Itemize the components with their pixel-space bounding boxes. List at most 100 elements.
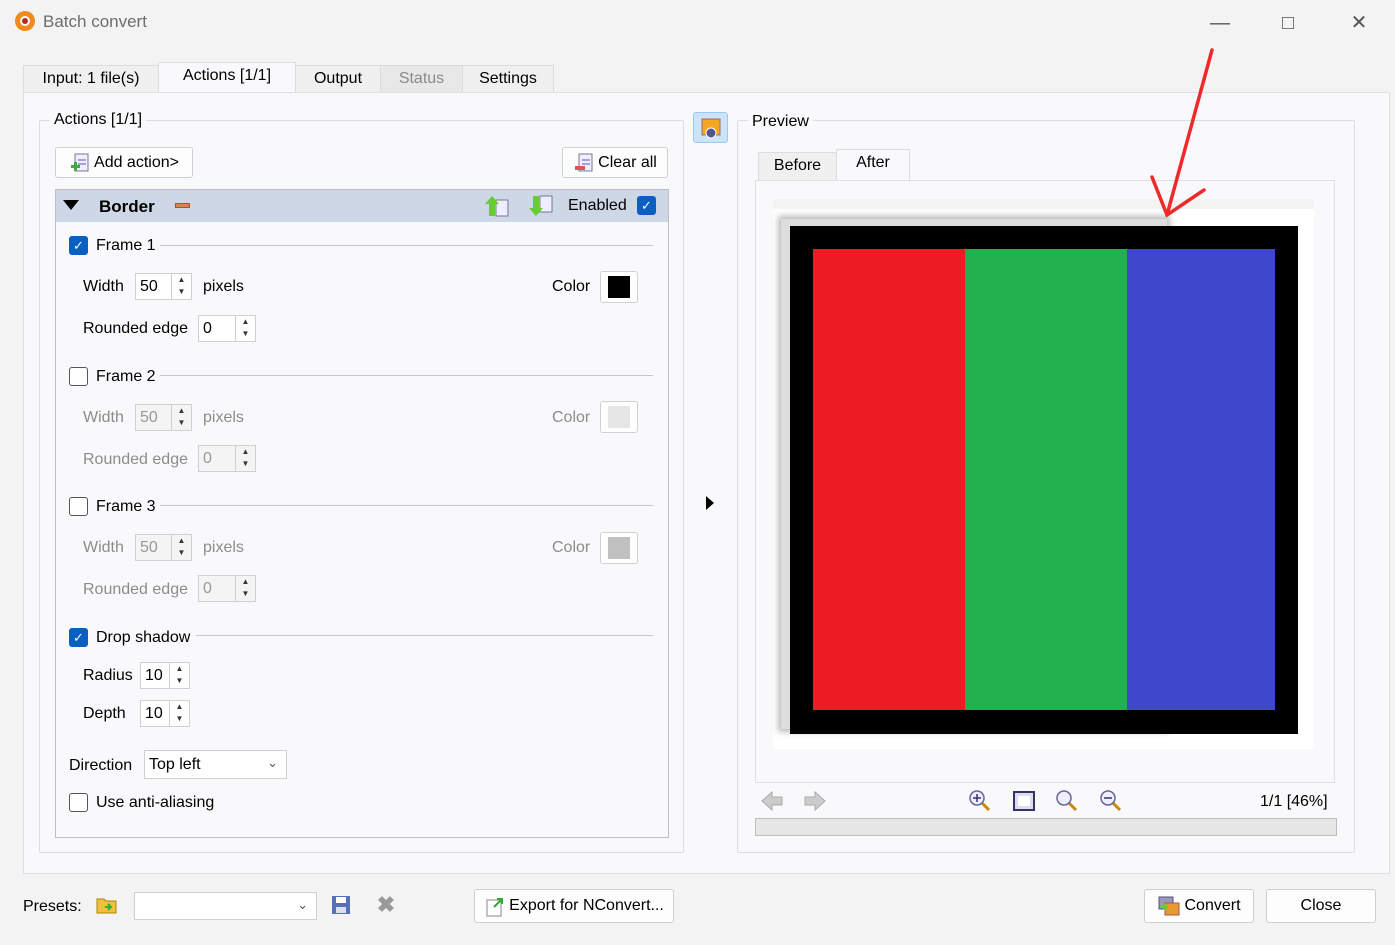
frame1-color-button[interactable] bbox=[600, 271, 638, 303]
enabled-checkbox[interactable]: ✓ bbox=[637, 196, 656, 215]
remove-action-icon[interactable] bbox=[175, 203, 190, 208]
open-folder-icon[interactable] bbox=[95, 894, 119, 916]
frame3-rounded-spinner[interactable]: 0 ▲ ▼ bbox=[198, 575, 256, 602]
frame1-pixels-label: pixels bbox=[203, 278, 244, 295]
next-arrow-icon[interactable] bbox=[803, 790, 827, 812]
spinner-arrows-icon[interactable]: ▲ ▼ bbox=[169, 663, 189, 688]
frame1-rounded-label: Rounded edge bbox=[83, 320, 188, 337]
frame3-rounded-label: Rounded edge bbox=[83, 581, 188, 598]
blue-stripe bbox=[1127, 249, 1275, 710]
drop-shadow-checkbox[interactable]: ✓ bbox=[69, 628, 88, 647]
move-down-icon[interactable] bbox=[529, 194, 555, 218]
add-action-label: Add action> bbox=[94, 153, 179, 171]
frame1-width-label: Width bbox=[83, 278, 124, 295]
action-name: Border bbox=[99, 197, 155, 216]
preview-title: Preview bbox=[748, 113, 813, 131]
add-document-icon bbox=[69, 152, 91, 174]
clear-all-button[interactable]: Clear all bbox=[562, 147, 668, 178]
delete-preset-icon[interactable]: ✖ bbox=[375, 892, 397, 917]
clear-document-icon bbox=[573, 152, 595, 174]
radius-value: 10 bbox=[145, 666, 163, 684]
move-up-icon[interactable] bbox=[485, 194, 511, 218]
spinner-arrows-icon[interactable]: ▲ ▼ bbox=[171, 405, 191, 430]
direction-label: Direction bbox=[69, 757, 133, 774]
zoom-in-icon[interactable] bbox=[968, 789, 992, 813]
presets-select[interactable]: ⌄ bbox=[134, 892, 317, 920]
spinner-arrows-icon[interactable]: ▲ ▼ bbox=[235, 446, 255, 471]
tab-input[interactable]: Input: 1 file(s) bbox=[23, 65, 159, 93]
tab-output[interactable]: Output bbox=[295, 65, 381, 93]
drop-shadow-label: Drop shadow bbox=[96, 629, 191, 646]
frame3-width-label: Width bbox=[83, 539, 124, 556]
frame3-color-label: Color bbox=[552, 539, 591, 556]
frame3-pixels-label: pixels bbox=[203, 539, 244, 556]
fit-to-window-icon[interactable] bbox=[1012, 789, 1036, 813]
spinner-arrows-icon[interactable]: ▲ ▼ bbox=[171, 274, 191, 299]
minimize-button[interactable]: — bbox=[1205, 8, 1235, 38]
actions-group-title: Actions [1/1] bbox=[50, 111, 147, 129]
depth-value: 10 bbox=[145, 704, 163, 722]
spinner-arrows-icon[interactable]: ▲ ▼ bbox=[171, 535, 191, 560]
antialias-checkbox[interactable] bbox=[69, 793, 88, 812]
export-icon bbox=[484, 895, 506, 917]
preview-image-icon bbox=[701, 118, 720, 138]
convert-button[interactable]: Convert bbox=[1144, 889, 1254, 923]
close-window-button[interactable]: ✕ bbox=[1344, 8, 1374, 38]
frame3-width-value: 50 bbox=[140, 538, 158, 556]
frame2-rounded-value: 0 bbox=[203, 449, 212, 467]
direction-select[interactable]: Top left ⌄ bbox=[144, 750, 287, 779]
frame2-color-button[interactable] bbox=[600, 401, 638, 433]
frame1-rounded-value: 0 bbox=[203, 319, 212, 337]
add-action-button[interactable]: Add action> bbox=[55, 147, 193, 178]
antialias-label: Use anti-aliasing bbox=[96, 794, 215, 811]
spinner-arrows-icon[interactable]: ▲ ▼ bbox=[235, 316, 255, 341]
frame1-checkbox[interactable]: ✓ bbox=[69, 236, 88, 255]
frame1-width-spinner[interactable]: 50 ▲ ▼ bbox=[135, 273, 192, 300]
maximize-button[interactable]: □ bbox=[1273, 8, 1303, 38]
preview-scrollbar[interactable] bbox=[755, 818, 1337, 836]
divider bbox=[160, 505, 653, 506]
frame3-label: Frame 3 bbox=[96, 498, 156, 515]
page-info: 1/1 [46%] bbox=[1260, 793, 1328, 810]
depth-spinner[interactable]: 10 ▲ ▼ bbox=[140, 700, 190, 727]
convert-icon bbox=[1157, 895, 1181, 917]
chevron-down-icon: ⌄ bbox=[297, 897, 308, 912]
frame2-checkbox[interactable] bbox=[69, 367, 88, 386]
zoom-actual-icon[interactable] bbox=[1055, 789, 1079, 813]
divider bbox=[196, 635, 653, 636]
tab-status[interactable]: Status bbox=[380, 65, 463, 93]
tab-after[interactable]: After bbox=[836, 149, 910, 181]
previous-arrow-icon[interactable] bbox=[760, 790, 784, 812]
frame2-color-label: Color bbox=[552, 409, 591, 426]
frame2-width-spinner[interactable]: 50 ▲ ▼ bbox=[135, 404, 192, 431]
zoom-out-icon[interactable] bbox=[1099, 789, 1123, 813]
save-icon[interactable] bbox=[330, 894, 352, 916]
frame3-color-button[interactable] bbox=[600, 532, 638, 564]
tab-actions[interactable]: Actions [1/1] bbox=[158, 62, 296, 93]
frame3-width-spinner[interactable]: 50 ▲ ▼ bbox=[135, 534, 192, 561]
expand-panel-arrow-icon[interactable] bbox=[706, 496, 714, 510]
presets-label: Presets: bbox=[23, 898, 82, 915]
clear-all-label: Clear all bbox=[598, 153, 657, 171]
divider bbox=[160, 375, 653, 376]
app-logo-icon bbox=[13, 9, 37, 33]
spinner-arrows-icon[interactable]: ▲ ▼ bbox=[235, 576, 255, 601]
divider bbox=[160, 245, 653, 246]
frame1-rounded-spinner[interactable]: 0 ▲ ▼ bbox=[198, 315, 256, 342]
frame2-width-label: Width bbox=[83, 409, 124, 426]
frame2-rounded-spinner[interactable]: 0 ▲ ▼ bbox=[198, 445, 256, 472]
tab-settings[interactable]: Settings bbox=[462, 65, 554, 93]
export-nconvert-button[interactable]: Export for NConvert... bbox=[474, 889, 674, 923]
frame1-label: Frame 1 bbox=[96, 237, 156, 254]
radius-spinner[interactable]: 10 ▲ ▼ bbox=[140, 662, 190, 689]
frame1-color-label: Color bbox=[552, 278, 591, 295]
frame2-label: Frame 2 bbox=[96, 368, 156, 385]
spinner-arrows-icon[interactable]: ▲ ▼ bbox=[169, 701, 189, 726]
close-button[interactable]: Close bbox=[1266, 889, 1376, 923]
green-stripe bbox=[965, 249, 1127, 710]
preview-toggle-button[interactable] bbox=[693, 112, 728, 143]
collapse-triangle-icon[interactable] bbox=[63, 200, 79, 210]
red-stripe bbox=[813, 249, 965, 710]
tab-before[interactable]: Before bbox=[758, 152, 837, 180]
frame3-checkbox[interactable] bbox=[69, 497, 88, 516]
